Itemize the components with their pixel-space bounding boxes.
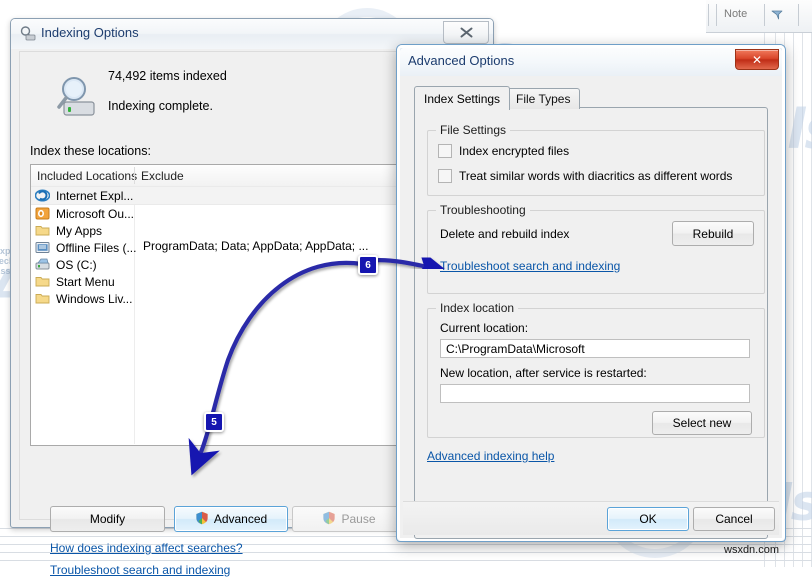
uac-shield-icon [195,511,209,528]
drive-icon [35,257,51,273]
ok-button-label: OK [639,512,657,526]
ok-button[interactable]: OK [607,507,689,531]
dialog-title: Advanced Options [408,53,515,68]
column-included-locations[interactable]: Included Locations [37,169,137,183]
how-indexing-affects-searches-link[interactable]: How does indexing affect searches? [50,541,243,555]
new-location-label: New location, after service is restarted… [440,366,647,380]
current-location-value: C:\ProgramData\Microsoft [446,341,585,356]
folder-icon [35,223,51,239]
row-name: My Apps [56,223,103,238]
close-glyph: ✕ [751,52,763,67]
internet-explorer-icon [34,188,51,204]
delete-rebuild-index-label: Delete and rebuild index [440,227,570,241]
dialog-footer: OK Cancel [403,501,779,535]
locations-label: Index these locations: [30,144,151,158]
troubleshoot-search-indexing-link-dialog[interactable]: Troubleshoot search and indexing [440,259,620,273]
advanced-options-titlebar: Advanced Options ✕ [400,48,782,76]
advanced-options-body: Index Settings File Types File Settings … [400,76,782,539]
row-name: Internet Expl... [56,188,134,203]
indexing-options-icon [19,25,36,45]
outlook-icon [35,206,51,222]
rebuild-button[interactable]: Rebuild [672,221,754,246]
row-name: Start Menu [56,274,115,289]
advanced-options-dialog: Advanced Options ✕ Index Settings File T… [396,44,786,542]
select-new-button[interactable]: Select new [652,411,752,435]
modify-button[interactable]: Modify [50,506,165,532]
indexing-status-message: Indexing complete. [108,99,213,113]
rebuild-button-label: Rebuild [692,226,734,241]
items-indexed-count: 74,492 items indexed [108,69,227,83]
cancel-button[interactable]: Cancel [693,507,775,531]
index-encrypted-files-checkbox[interactable]: Index encrypted files [438,144,569,158]
uac-shield-icon [322,511,336,528]
tabstrip: Index Settings File Types [414,86,768,110]
annotation-badge-6: 6 [358,255,378,275]
close-button[interactable] [443,21,489,44]
tab-file-types-label: File Types [516,92,571,106]
index-location-group: Index location Current location: C:\Prog… [427,301,765,438]
note-label: Note [724,8,748,20]
row-exclude-value: ProgramData; Data; AppData; AppData; ... [143,239,369,253]
row-name: Microsoft Ou... [56,206,135,221]
background-app-toolbar: Note [706,0,812,33]
troubleshooting-caption: Troubleshooting [436,203,530,217]
folder-icon [35,274,51,290]
current-location-label: Current location: [440,321,529,335]
annotation-badge-5: 5 [204,412,224,432]
cancel-button-label: Cancel [715,512,753,526]
advanced-button[interactable]: Advanced [174,506,288,532]
new-location-input[interactable] [440,384,750,403]
row-name: Windows Liv... [56,291,133,306]
advanced-indexing-help-link[interactable]: Advanced indexing help [427,449,554,463]
index-settings-panel: File Settings Index encrypted files Trea… [414,107,768,539]
advanced-button-label: Advanced [213,512,268,526]
file-settings-group: File Settings Index encrypted files Trea… [427,123,765,196]
modify-button-label: Modify [89,512,126,526]
tab-file-types[interactable]: File Types [506,88,581,109]
current-location-input[interactable]: C:\ProgramData\Microsoft [440,339,750,358]
index-location-caption: Index location [436,301,519,315]
pause-button[interactable]: Pause [292,506,406,532]
close-icon[interactable]: ✕ [735,49,779,70]
column-exclude[interactable]: Exclude [141,169,184,183]
diacritics-checkbox[interactable]: Treat similar words with diacritics as d… [438,169,732,183]
row-name: OS (C:) [56,257,97,272]
folder-icon [35,291,51,307]
checkbox-box [438,169,452,183]
troubleshoot-search-indexing-link[interactable]: Troubleshoot search and indexing [50,563,230,577]
diacritics-label: Treat similar words with diacritics as d… [459,169,733,183]
troubleshooting-group: Troubleshooting Delete and rebuild index… [427,203,765,294]
offline-files-icon [35,240,51,256]
page-title: Indexing Options [41,25,139,40]
index-encrypted-files-label: Index encrypted files [459,144,570,158]
checkbox-box [438,144,452,158]
tab-index-settings[interactable]: Index Settings [414,86,511,110]
pause-button-label: Pause [341,512,376,526]
tab-index-settings-label: Index Settings [424,91,501,106]
select-new-button-label: Select new [672,416,732,430]
file-settings-caption: File Settings [436,123,511,137]
magnifier-drive-icon [54,76,102,123]
flag-icon[interactable] [770,8,784,25]
row-name: Offline Files (... [56,240,137,255]
